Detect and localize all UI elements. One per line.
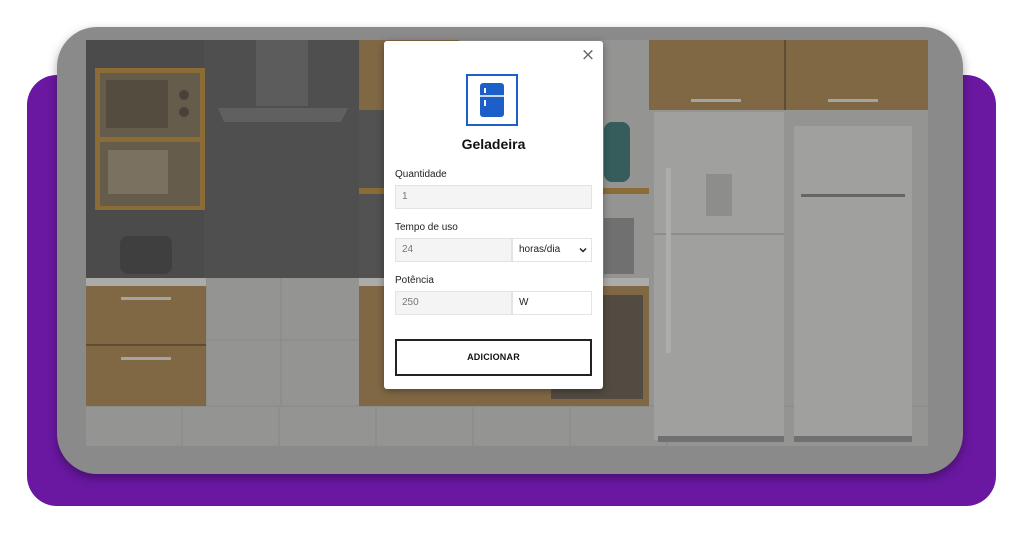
- power-unit-value: W: [519, 297, 529, 308]
- appliance-modal: × Geladeira Quantidade 1 Tempo de uso 24…: [384, 41, 603, 389]
- power-unit: W: [512, 291, 592, 315]
- add-button[interactable]: ADICIONAR: [395, 339, 592, 376]
- fridge-icon: [466, 74, 518, 126]
- close-button[interactable]: ×: [580, 46, 596, 64]
- modal-title: Geladeira: [461, 136, 526, 152]
- quantity-label: Quantidade: [395, 169, 447, 180]
- usage-unit-select[interactable]: horas/dia: [512, 238, 592, 262]
- chevron-down-icon: [579, 247, 587, 253]
- usage-unit-value: horas/dia: [519, 244, 561, 255]
- power-label: Potência: [395, 275, 434, 286]
- fridge-icon-graphic: [480, 83, 504, 117]
- usage-time-label: Tempo de uso: [395, 222, 458, 233]
- quantity-input[interactable]: 1: [395, 185, 592, 209]
- power-input[interactable]: 250: [395, 291, 512, 315]
- usage-time-input[interactable]: 24: [395, 238, 512, 262]
